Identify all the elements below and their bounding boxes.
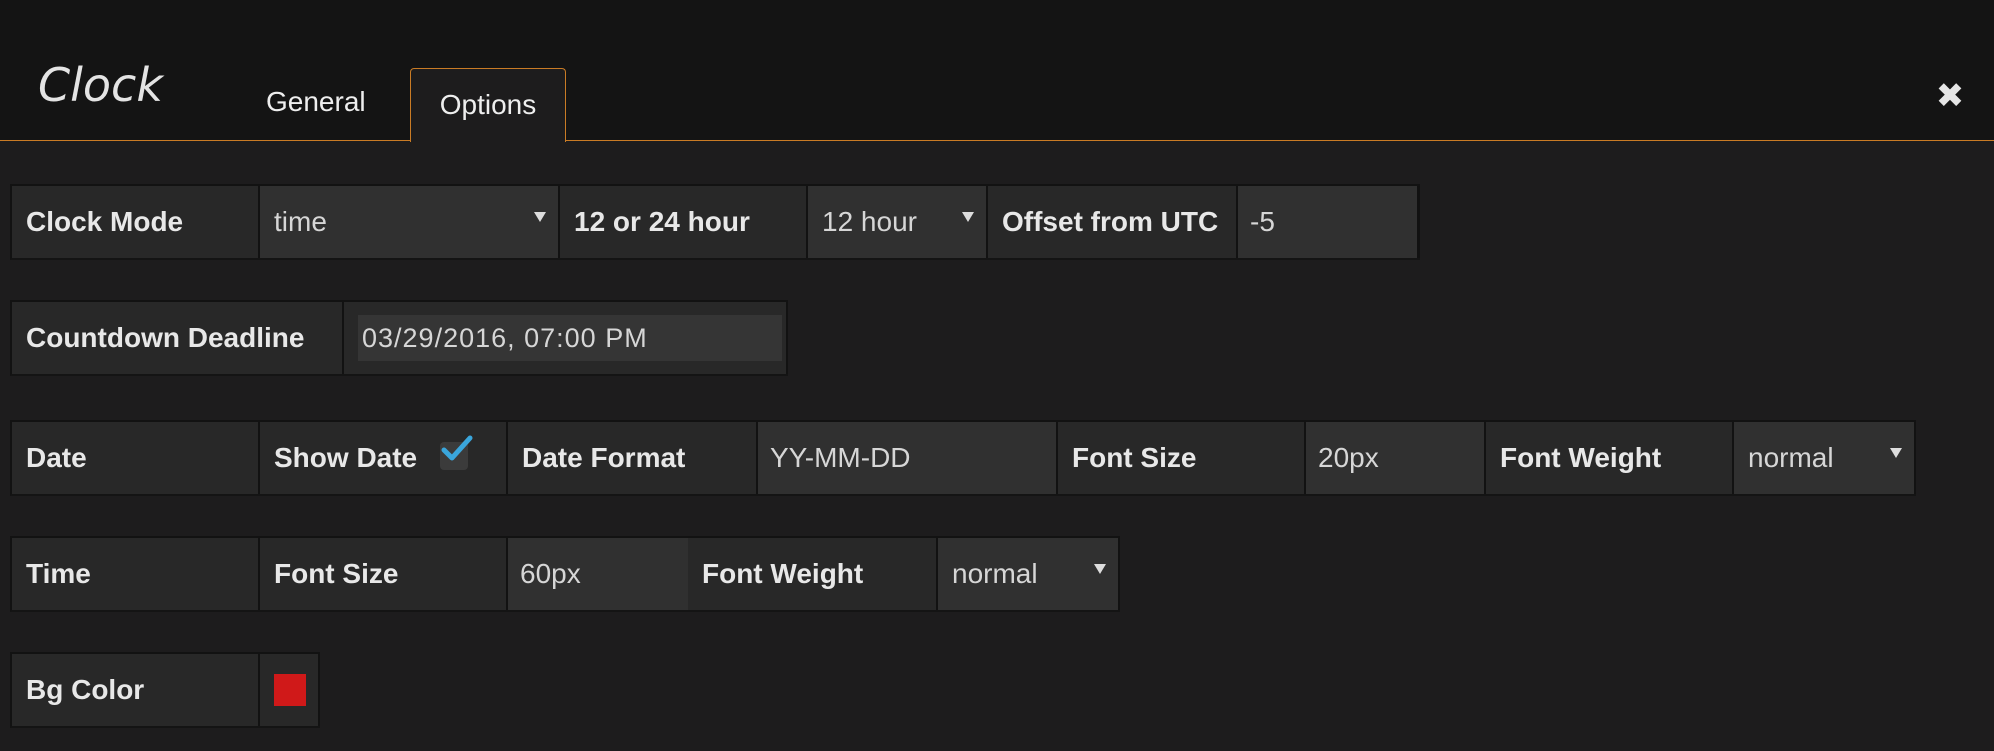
clock-mode-select[interactable]: time <box>260 186 560 258</box>
date-font-size-label: Font Size <box>1058 422 1306 494</box>
hour-format-value: 12 hour <box>822 206 917 237</box>
date-font-size-input[interactable]: 20px <box>1306 422 1486 494</box>
date-section-label: Date <box>12 422 260 494</box>
clock-mode-label: Clock Mode <box>12 186 260 258</box>
date-font-weight-value: normal <box>1748 442 1834 473</box>
clock-settings-row: Clock Mode time 12 or 24 hour 12 hour Of… <box>10 184 1420 260</box>
bg-color-swatch[interactable] <box>274 674 306 706</box>
date-format-label: Date Format <box>508 422 758 494</box>
dialog-header: Clock General Options ✖ <box>0 0 1994 142</box>
countdown-deadline-cell: 03/29/2016, 07:00 PM <box>344 302 788 374</box>
date-settings-row: Date Show Date Date Format YY-MM-DD Font… <box>10 420 1916 496</box>
hour-format-label: 12 or 24 hour <box>560 186 808 258</box>
time-section-label: Time <box>12 538 260 610</box>
hour-format-select[interactable]: 12 hour <box>808 186 988 258</box>
offset-utc-label: Offset from UTC <box>988 186 1238 258</box>
tab-options[interactable]: Options <box>410 68 566 142</box>
date-font-weight-select[interactable]: normal <box>1734 422 1916 494</box>
time-settings-row: Time Font Size 60px Font Weight normal <box>10 536 1120 612</box>
show-date-checkbox[interactable] <box>440 435 473 470</box>
dropdown-arrow-icon <box>1094 564 1106 574</box>
time-font-size-input[interactable]: 60px <box>508 538 688 610</box>
bg-color-row: Bg Color <box>10 652 320 728</box>
offset-utc-input[interactable]: -5 <box>1238 186 1420 258</box>
show-date-cell: Show Date <box>260 422 508 494</box>
countdown-row: Countdown Deadline 03/29/2016, 07:00 PM <box>10 300 788 376</box>
dropdown-arrow-icon <box>1890 448 1902 458</box>
checkmark-icon <box>441 435 473 461</box>
time-font-weight-select[interactable]: normal <box>938 538 1120 610</box>
show-date-label: Show Date <box>274 442 418 473</box>
bg-color-cell <box>260 654 320 726</box>
time-font-weight-label: Font Weight <box>688 538 938 610</box>
clock-mode-value: time <box>274 206 327 237</box>
dialog-title: Clock <box>38 58 163 112</box>
countdown-deadline-input[interactable]: 03/29/2016, 07:00 PM <box>358 315 782 361</box>
date-format-input[interactable]: YY-MM-DD <box>758 422 1058 494</box>
countdown-deadline-label: Countdown Deadline <box>12 302 344 374</box>
bg-color-label: Bg Color <box>12 654 260 726</box>
time-font-weight-value: normal <box>952 558 1038 589</box>
date-font-weight-label: Font Weight <box>1486 422 1734 494</box>
time-font-size-label: Font Size <box>260 538 508 610</box>
dropdown-arrow-icon <box>962 212 974 222</box>
dropdown-arrow-icon <box>534 212 546 222</box>
close-icon[interactable]: ✖ <box>1932 78 1968 114</box>
tab-general[interactable]: General <box>266 86 366 118</box>
